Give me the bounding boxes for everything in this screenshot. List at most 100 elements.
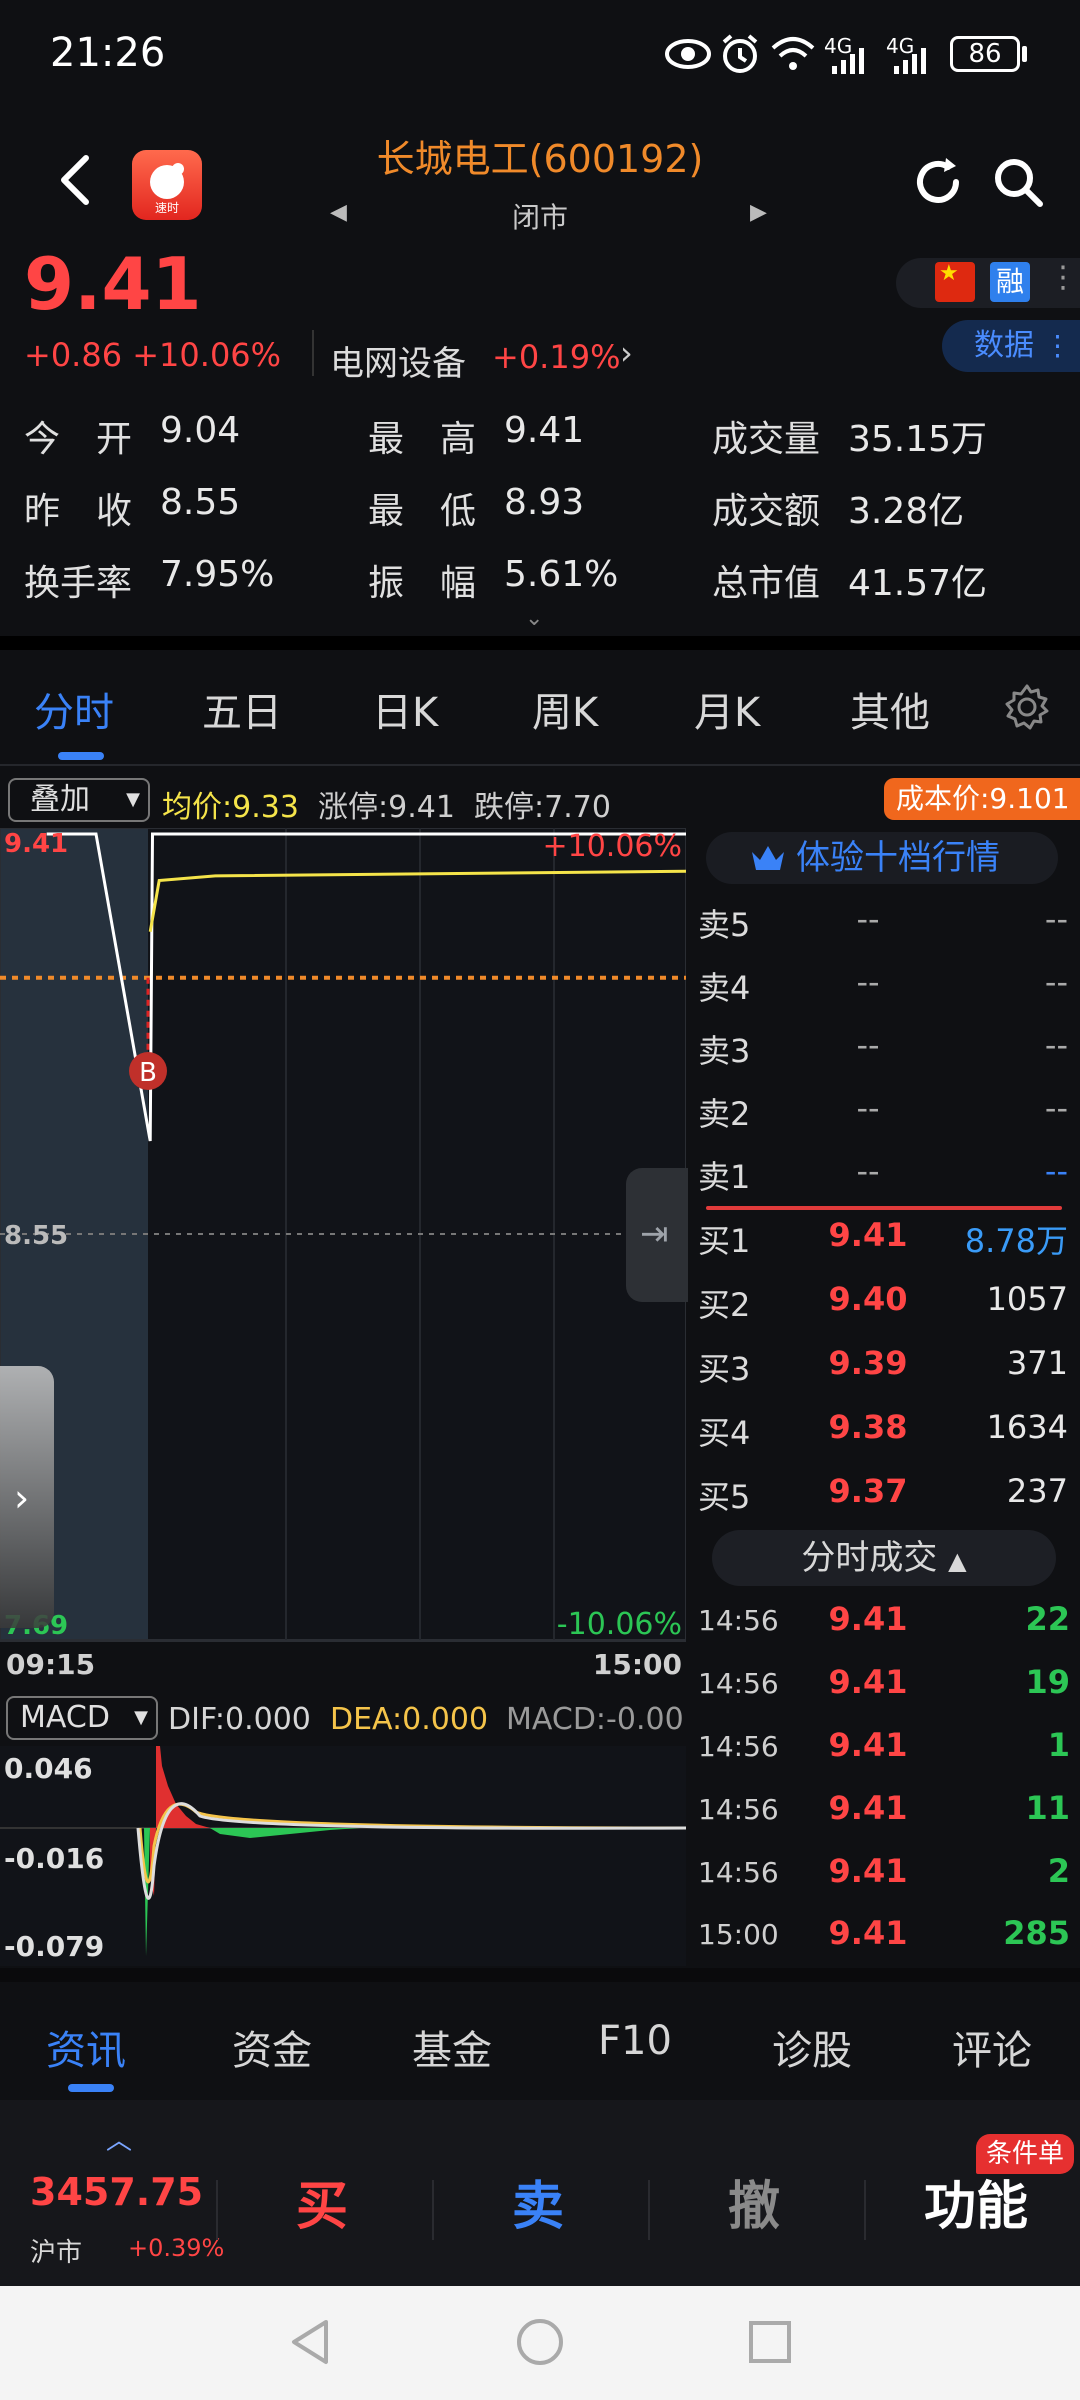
bid-row-2: 买2 9.40 1057: [698, 1280, 1068, 1340]
cancel-order-button[interactable]: 撤: [728, 2164, 780, 2239]
cost-price-badge[interactable]: 成本价:9.101: [884, 778, 1080, 820]
macd-chart[interactable]: 0.046 -0.016 -0.079: [0, 1746, 686, 1966]
divider: [864, 2180, 866, 2240]
expand-chevron-icon[interactable]: ⌄: [525, 606, 543, 631]
refresh-icon[interactable]: [910, 154, 966, 210]
more-dots-icon: ⋮: [1043, 329, 1072, 362]
nav-back-icon[interactable]: [282, 2314, 338, 2370]
nav-recents-icon[interactable]: [742, 2314, 798, 2370]
trade-time: 14:56: [698, 1604, 779, 1637]
limit-up-price: 涨停:9.41: [318, 790, 455, 825]
nav-home-icon[interactable]: [512, 2314, 568, 2370]
ask-label: 卖4: [698, 969, 751, 1007]
trade-volume: 2: [1047, 1852, 1070, 1890]
trade-price: 9.41: [828, 1914, 908, 1952]
tab-other[interactable]: 其他: [850, 680, 930, 738]
bid-row-4: 买4 9.38 1634: [698, 1408, 1068, 1468]
more-dots-icon[interactable]: ⋮: [1048, 260, 1078, 295]
bid-price: 9.37: [828, 1472, 908, 1510]
bid-volume: 237: [1006, 1472, 1068, 1510]
limit-down-price: 跌停:7.70: [474, 790, 611, 825]
trade-volume: 1: [1047, 1726, 1070, 1764]
trade-toggle-label: 分时成交: [801, 1538, 938, 1578]
ask-price: --: [856, 900, 880, 938]
stat-value-amount: 3.28亿: [848, 491, 965, 532]
trade-row: 14:56 9.41 1: [698, 1726, 1070, 1786]
sector-change[interactable]: +0.19%: [492, 338, 620, 376]
tab-comments[interactable]: 评论: [952, 2018, 1032, 2076]
alarm-icon: [722, 34, 758, 73]
current-price: 9.41: [24, 242, 202, 326]
ask-row-1: 卖1 -- --: [698, 1152, 1068, 1212]
prev-stock-arrow-icon[interactable]: ◀: [330, 200, 347, 225]
trade-time: 14:56: [698, 1667, 779, 1700]
signal-icon-1: [832, 48, 864, 74]
tab-daily-k[interactable]: 日K: [372, 680, 438, 738]
buy-marker-label: B: [139, 1058, 157, 1088]
trade-volume: 11: [1025, 1789, 1070, 1827]
functions-button[interactable]: 功能: [924, 2164, 1028, 2239]
bid-volume: 8.78万: [964, 1222, 1068, 1260]
trade-time: 14:56: [698, 1730, 779, 1763]
macd-select[interactable]: MACD ▼: [6, 1696, 158, 1740]
tab-intraday[interactable]: 分时: [34, 680, 114, 738]
trade-details-toggle[interactable]: 分时成交 ▲: [712, 1530, 1056, 1586]
section-divider: [0, 1968, 1080, 1982]
divider: [312, 330, 314, 376]
stat-label-high: 最 高: [368, 419, 477, 460]
sell-button[interactable]: 卖: [512, 2164, 564, 2239]
data-button[interactable]: 数据 ⋮: [942, 320, 1080, 372]
bid-row-3: 买3 9.39 371: [698, 1344, 1068, 1404]
caret-up-icon[interactable]: ︿: [106, 2120, 132, 2157]
bid-row-1: 买1 9.41 8.78万: [698, 1216, 1068, 1276]
x-axis: 09:15 15:00: [0, 1640, 686, 1688]
next-stock-arrow-icon[interactable]: ▶: [750, 200, 767, 225]
tab-weekly-k[interactable]: 周K: [532, 680, 598, 738]
trade-time: 15:00: [698, 1918, 779, 1951]
search-icon[interactable]: [990, 154, 1046, 210]
sector-name[interactable]: 电网设备: [330, 336, 466, 385]
eye-icon: [665, 39, 711, 69]
bid-label: 买4: [698, 1414, 751, 1452]
tab-five-day[interactable]: 五日: [202, 680, 282, 738]
stat-label-amplitude: 振 幅: [368, 563, 477, 604]
divider: [648, 2180, 650, 2240]
ask-row-2: 卖2 -- --: [698, 1089, 1068, 1149]
tab-fund[interactable]: 基金: [412, 2018, 492, 2076]
tabs-border: [0, 764, 1080, 766]
header: 速时 长城电工(600192) 闭市 ◀ ▶: [0, 110, 1080, 240]
trade-volume: 285: [1003, 1914, 1070, 1952]
x-start-label: 09:15: [6, 1648, 96, 1681]
tab-funds-flow[interactable]: 资金: [232, 2018, 312, 2076]
chevron-right-icon[interactable]: ›: [620, 334, 633, 372]
tab-monthly-k[interactable]: 月K: [694, 680, 760, 738]
index-value[interactable]: 3457.75: [30, 2170, 203, 2214]
gear-icon[interactable]: [1002, 682, 1052, 732]
ask-price: --: [856, 1152, 880, 1190]
tab-f10[interactable]: F10: [598, 2018, 672, 2064]
ask-label: 卖5: [698, 906, 751, 944]
overlay-select[interactable]: 叠加 ▼: [8, 778, 150, 822]
macd-select-label: MACD: [20, 1700, 110, 1735]
panel-toggle-icon[interactable]: ⇥: [640, 1214, 669, 1254]
macd-dif: DIF:0.000: [168, 1702, 311, 1737]
tab-diagnosis[interactable]: 诊股: [772, 2018, 852, 2076]
buy-button[interactable]: 买: [296, 2164, 348, 2239]
pct-top-label: +10.06%: [542, 829, 682, 864]
ask-volume: --: [1044, 1089, 1068, 1127]
order-book-separator: [706, 1206, 1062, 1210]
intraday-chart[interactable]: B 9.41 8.55 7.69 +10.06% -10.06%: [0, 828, 686, 1640]
overlay-select-label: 叠加: [30, 782, 90, 817]
ask-volume: --: [1044, 963, 1068, 1001]
dropdown-caret-icon: ▼: [126, 789, 140, 810]
conditional-order-badge[interactable]: 条件单: [976, 2134, 1075, 2174]
trade-price: 9.41: [828, 1726, 908, 1764]
bid-price: 9.39: [828, 1344, 908, 1382]
signal-icon-2: [894, 48, 926, 74]
divider: [216, 2180, 218, 2240]
divider: [432, 2180, 434, 2240]
ask-row-3: 卖3 -- --: [698, 1026, 1068, 1086]
chevron-right-icon[interactable]: ›: [14, 1476, 29, 1520]
avg-price: 均价:9.33: [162, 790, 299, 825]
tab-news[interactable]: 资讯: [46, 2018, 126, 2076]
